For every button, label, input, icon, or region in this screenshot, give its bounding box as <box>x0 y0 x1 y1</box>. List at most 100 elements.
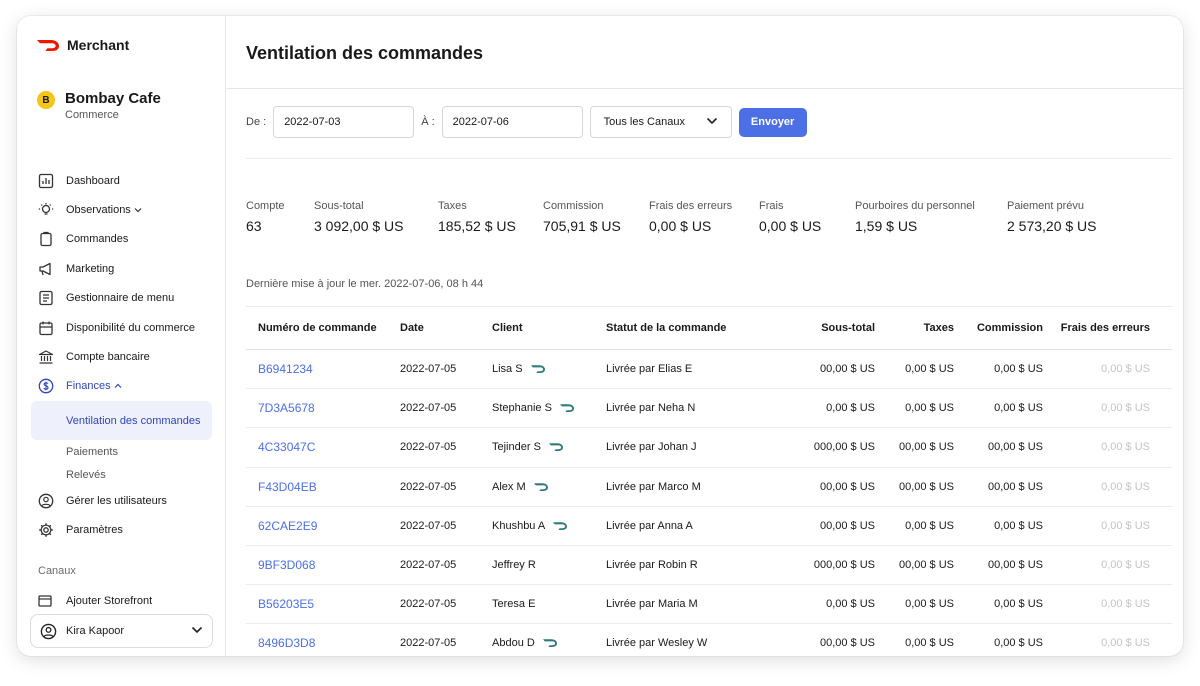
order-error-fees: 0,00 $ US <box>1101 363 1150 376</box>
order-date: 2022-07-05 <box>400 519 457 532</box>
order-subtotal: 0,00 $ US <box>826 402 875 415</box>
stat-value: 3 092,00 $ US <box>314 218 404 234</box>
table-row[interactable]: F43D04EB 2022-07-05 Alex M Livrée par Ma… <box>246 468 1172 507</box>
column-header[interactable]: Frais des erreurs <box>1061 307 1150 349</box>
column-header[interactable]: Client <box>492 307 523 349</box>
table-row[interactable]: 4C33047C 2022-07-05 Tejinder S Livrée pa… <box>246 428 1172 468</box>
doordash-logo-icon <box>37 40 59 51</box>
dasher-delivery-icon <box>530 364 546 374</box>
order-error-fees: 0,00 $ US <box>1101 519 1150 532</box>
order-number-link[interactable]: 9BF3D068 <box>258 558 315 572</box>
store-type: Commerce <box>65 109 119 121</box>
chevron-down-icon <box>191 625 203 637</box>
sidebar-item-marketing[interactable]: Marketing <box>17 254 226 283</box>
order-number-link[interactable]: F43D04EB <box>258 480 317 494</box>
app-window: Merchant B Bombay Cafe Commerce Dashboar… <box>17 16 1183 656</box>
order-commission: 0,00 $ US <box>994 519 1043 532</box>
from-label: De : <box>246 116 267 128</box>
order-status: Livrée par Marco M <box>606 480 701 493</box>
sidebar-item-settings[interactable]: Paramètres <box>17 516 226 545</box>
stat-value: 185,52 $ US <box>438 218 516 234</box>
column-header[interactable]: Commission <box>977 307 1043 349</box>
dasher-delivery-icon <box>533 482 549 492</box>
store-avatar: B <box>37 91 55 109</box>
order-error-fees: 0,00 $ US <box>1101 637 1150 650</box>
stat-label: Taxes <box>438 200 467 212</box>
table-row[interactable]: B6941234 2022-07-05 Lisa S Livrée par El… <box>246 350 1172 390</box>
table-body: B6941234 2022-07-05 Lisa S Livrée par El… <box>246 350 1172 656</box>
client-name: Stephanie S <box>492 402 552 415</box>
order-commission: 0,00 $ US <box>994 637 1043 650</box>
column-header[interactable]: Statut de la commande <box>606 307 726 349</box>
column-header[interactable]: Sous-total <box>821 307 875 349</box>
table-row[interactable]: B56203E5 2022-07-05 Teresa E Livrée par … <box>246 585 1172 625</box>
client-name: Tejinder S <box>492 441 541 454</box>
channel-select[interactable]: Tous les Canaux <box>589 106 732 138</box>
order-taxes: 0,00 $ US <box>905 363 954 376</box>
order-number-link[interactable]: 62CAE2E9 <box>258 519 317 533</box>
brand[interactable]: Merchant <box>36 37 129 53</box>
client-name: Lisa S <box>492 363 523 376</box>
sidebar-subitem-order-breakdown[interactable]: Ventilation des commandes <box>31 401 212 441</box>
sidebar-item-users[interactable]: Gérer les utilisateurs <box>17 486 226 515</box>
table-header: Numéro de commande Date Client Statut de… <box>246 306 1172 350</box>
order-subtotal: 0,00 $ US <box>826 598 875 611</box>
order-number-link[interactable]: 7D3A5678 <box>258 401 315 415</box>
sidebar-item-availability[interactable]: Disponibilité du commerce <box>17 313 226 342</box>
order-number-link[interactable]: B6941234 <box>258 362 313 376</box>
order-commission: 00,00 $ US <box>987 559 1043 572</box>
sidebar: Merchant B Bombay Cafe Commerce Dashboar… <box>17 16 226 656</box>
user-name: Kira Kapoor <box>66 625 125 637</box>
storefront-icon <box>37 594 55 608</box>
stat-label: Sous-total <box>314 200 364 212</box>
sidebar-nav: Dashboard Observations Commandes Marketi… <box>17 166 226 545</box>
column-header[interactable]: Numéro de commande <box>258 307 377 349</box>
sidebar-item-label: Paramètres <box>66 524 123 537</box>
order-taxes: 00,00 $ US <box>898 480 954 493</box>
dasher-delivery-icon <box>542 638 558 648</box>
order-number-link[interactable]: B56203E5 <box>258 597 314 611</box>
to-date-input[interactable]: 2022-07-06 <box>441 106 583 138</box>
column-header[interactable]: Taxes <box>924 307 954 349</box>
dollar-icon <box>37 377 55 395</box>
sidebar-item-bank-account[interactable]: Compte bancaire <box>17 342 226 371</box>
table-row[interactable]: 62CAE2E9 2022-07-05 Khushbu A Livrée par… <box>246 507 1172 546</box>
channels-section-label: Canaux <box>38 565 76 577</box>
stat-label: Frais des erreurs <box>649 200 733 212</box>
sidebar-item-orders[interactable]: Commandes <box>17 225 226 254</box>
sidebar-item-finances[interactable]: Finances <box>17 372 226 401</box>
order-subtotal: 00,00 $ US <box>819 363 875 376</box>
column-header[interactable]: Date <box>400 307 424 349</box>
submit-button[interactable]: Envoyer <box>738 107 807 137</box>
store-selector[interactable]: B Bombay Cafe Commerce <box>37 90 161 122</box>
order-error-fees: 0,00 $ US <box>1101 480 1150 493</box>
table-row[interactable]: 8496D3D8 2022-07-05 Abdou D Livrée par W… <box>246 624 1172 656</box>
order-status: Livrée par Elias E <box>606 363 693 376</box>
order-date: 2022-07-05 <box>400 559 457 572</box>
stat-value: 0,00 $ US <box>759 218 822 234</box>
sidebar-subitem-statements[interactable]: Relevés <box>31 463 212 486</box>
megaphone-icon <box>37 260 55 278</box>
user-circle-icon <box>40 623 57 640</box>
stat-value: 2 573,20 $ US <box>1007 218 1097 234</box>
sidebar-item-menu-manager[interactable]: Gestionnaire de menu <box>17 284 226 313</box>
sidebar-item-dashboard[interactable]: Dashboard <box>17 166 226 195</box>
table-row[interactable]: 7D3A5678 2022-07-05 Stephanie S Livrée p… <box>246 389 1172 429</box>
order-number-link[interactable]: 4C33047C <box>258 440 315 454</box>
order-commission: 0,00 $ US <box>994 402 1043 415</box>
main-content: Ventilation des commandes De : 2022-07-0… <box>227 16 1183 656</box>
table-row[interactable]: 9BF3D068 2022-07-05 Jeffrey R Livrée par… <box>246 546 1172 586</box>
chevron-up-icon <box>114 380 122 392</box>
from-date-input[interactable]: 2022-07-03 <box>273 106 415 138</box>
sidebar-subitem-payments[interactable]: Paiements <box>31 440 212 463</box>
stat-label: Paiement prévu <box>1007 200 1085 212</box>
user-menu[interactable]: Kira Kapoor <box>30 614 213 648</box>
sidebar-item-label: Marketing <box>66 262 115 275</box>
stat-label: Compte <box>246 200 285 212</box>
sidebar-item-label: Gestionnaire de menu <box>66 292 175 305</box>
order-number-link[interactable]: 8496D3D8 <box>258 636 315 650</box>
sidebar-item-observations[interactable]: Observations <box>17 195 226 224</box>
sidebar-item-add-storefront[interactable]: Ajouter Storefront <box>37 594 152 608</box>
dasher-delivery-icon <box>548 442 564 452</box>
chevron-down-icon <box>706 116 718 128</box>
